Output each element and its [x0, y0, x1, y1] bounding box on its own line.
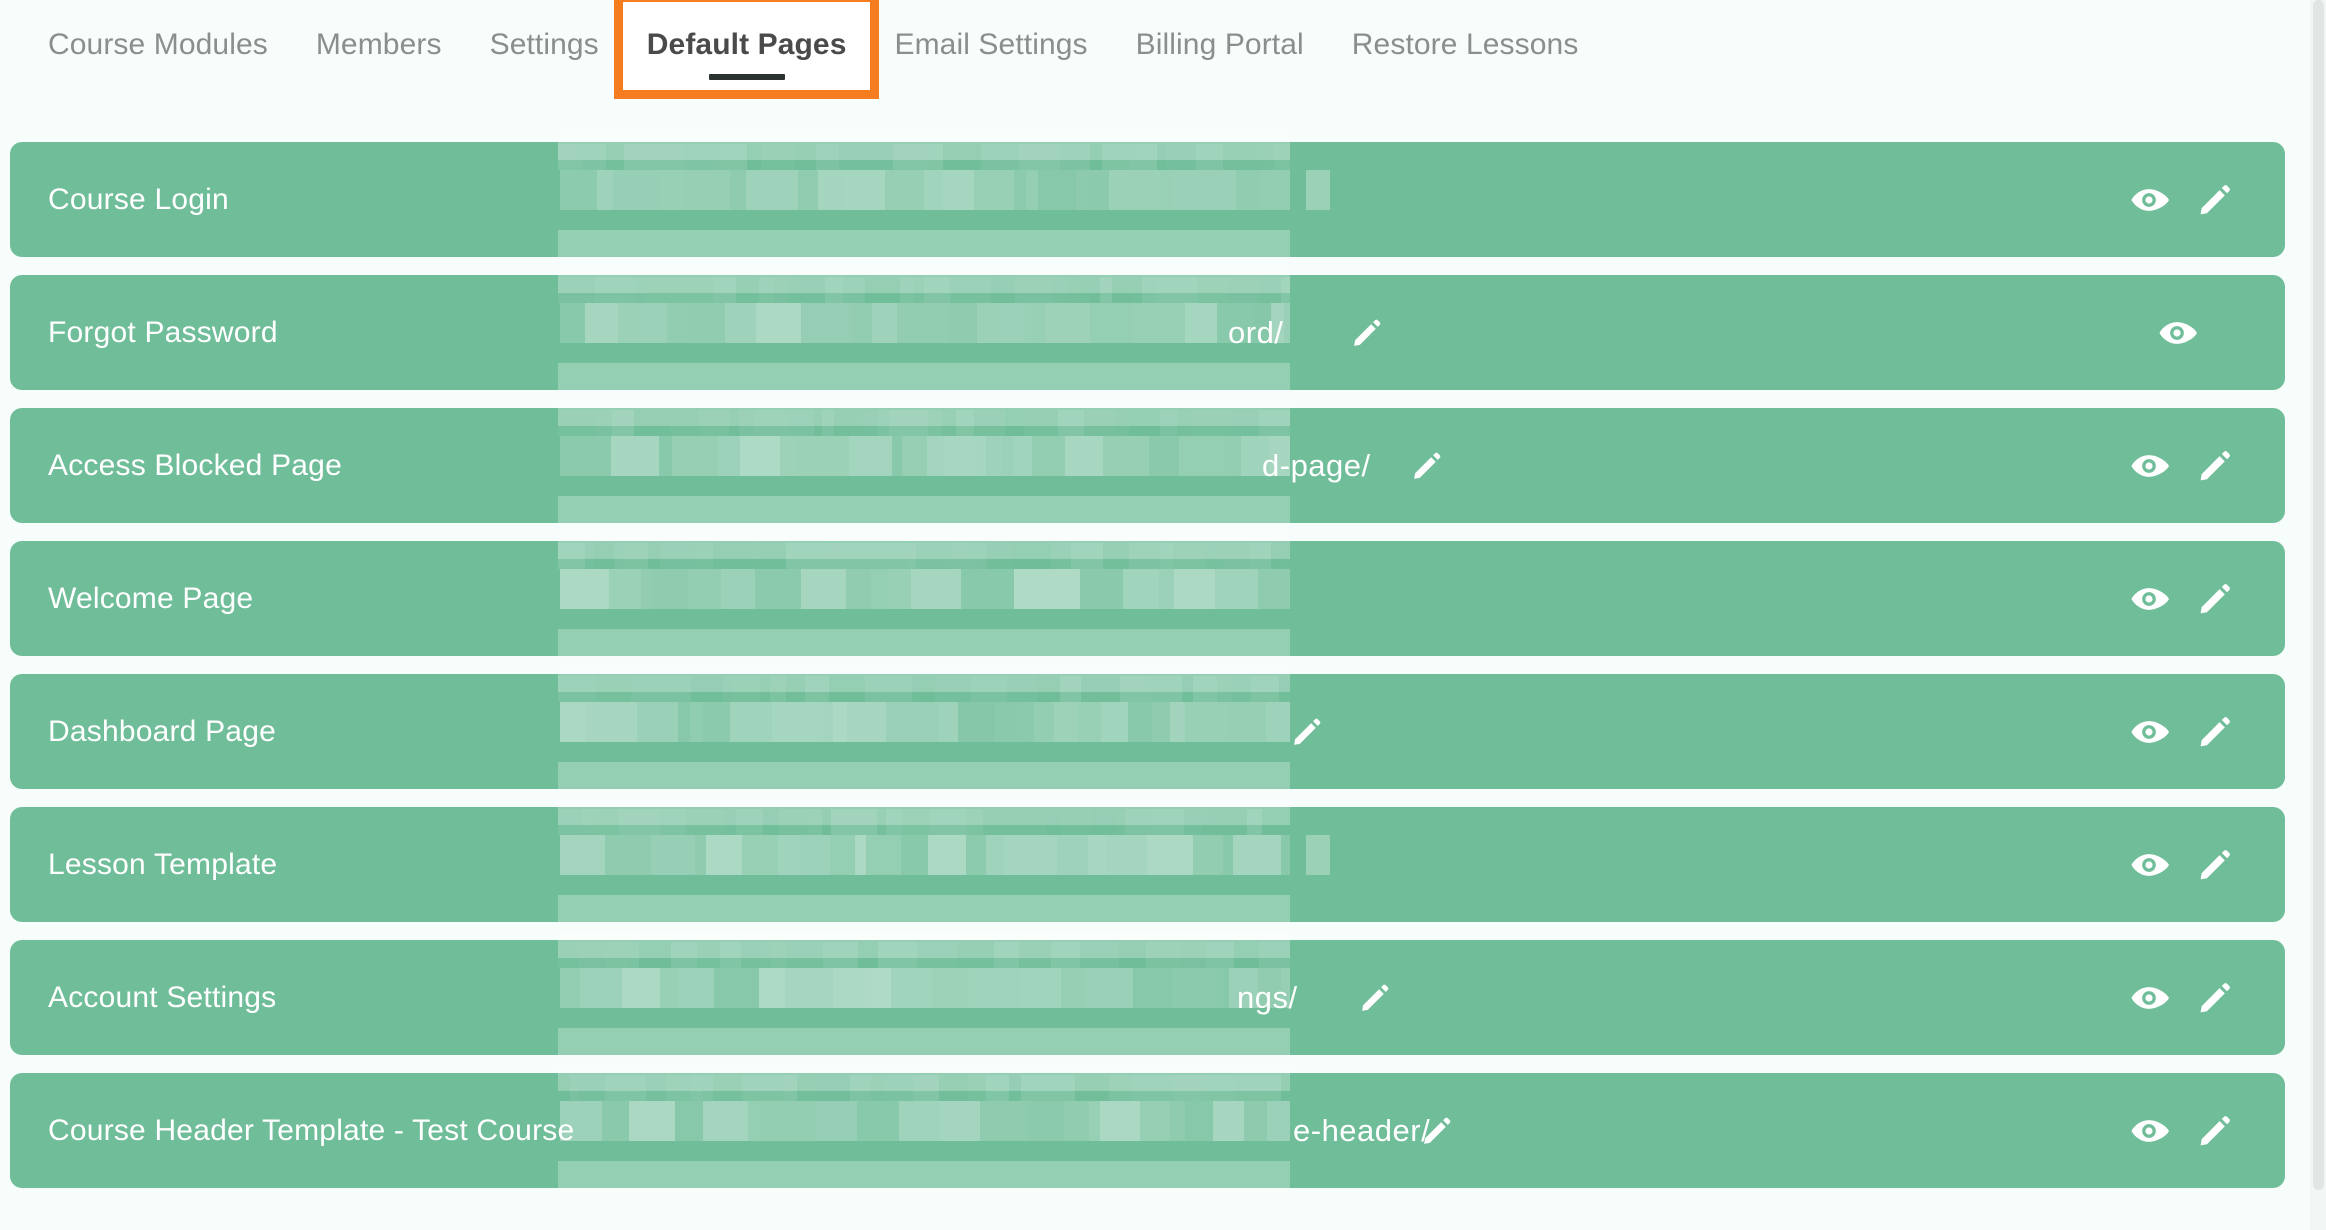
- tab-label: Restore Lessons: [1352, 28, 1579, 61]
- eye-icon[interactable]: [2129, 1111, 2169, 1151]
- tab-label: Settings: [490, 28, 599, 61]
- page-row[interactable]: Dashboard Page: [10, 674, 2285, 789]
- pencil-icon[interactable]: [2195, 180, 2235, 220]
- pencil-icon[interactable]: [1290, 715, 1324, 749]
- page-row-actions: [2129, 712, 2235, 752]
- page-row-title: Forgot Password: [48, 316, 278, 350]
- page-row-title: Access Blocked Page: [48, 449, 342, 483]
- eye-icon[interactable]: [2129, 579, 2169, 619]
- default-pages-list: Course Login Forgot Password ord/Access Bl…: [0, 142, 2326, 1206]
- tab-bar: Course Modules Members Settings Default Pag…: [0, 0, 2326, 92]
- page-row-title: Course Login: [48, 183, 229, 217]
- tab-label: Default Pages: [647, 28, 847, 61]
- page-row[interactable]: Course Header Template - Test Course e-he…: [10, 1073, 2285, 1188]
- page-row-title: Welcome Page: [48, 582, 253, 616]
- pencil-icon[interactable]: [2195, 1111, 2235, 1151]
- tab-billing-portal[interactable]: Billing Portal: [1112, 2, 1328, 90]
- tab-label: Billing Portal: [1136, 28, 1304, 61]
- page-row-url: ngs/: [1237, 980, 1298, 1016]
- page-row-url: e-header/: [1293, 1113, 1430, 1149]
- pencil-icon[interactable]: [2195, 446, 2235, 486]
- page-row[interactable]: Lesson Template: [10, 807, 2285, 922]
- page-row-actions: [2129, 579, 2235, 619]
- page-row-title: Dashboard Page: [48, 715, 276, 749]
- page-row[interactable]: Forgot Password ord/: [10, 275, 2285, 390]
- eye-icon[interactable]: [2129, 180, 2169, 220]
- page-row-title: Account Settings: [48, 981, 276, 1015]
- pencil-icon[interactable]: [1410, 449, 1444, 483]
- pencil-icon[interactable]: [1358, 981, 1392, 1015]
- eye-icon[interactable]: [2129, 446, 2169, 486]
- pencil-icon[interactable]: [2195, 712, 2235, 752]
- tab-label: Email Settings: [894, 28, 1087, 61]
- eye-icon[interactable]: [2157, 313, 2197, 353]
- page-row-title: Course Header Template - Test Course: [48, 1114, 574, 1148]
- eye-icon[interactable]: [2129, 712, 2169, 752]
- tab-members[interactable]: Members: [292, 2, 466, 90]
- pencil-icon[interactable]: [1420, 1114, 1454, 1148]
- page-row-actions: [2129, 978, 2235, 1018]
- tab-email-settings[interactable]: Email Settings: [870, 2, 1111, 90]
- scrollbar-thumb[interactable]: [2313, 0, 2324, 1190]
- page-row[interactable]: Course Login: [10, 142, 2285, 257]
- page-row-url: ord/: [1228, 315, 1283, 351]
- page-row-actions: [2129, 845, 2235, 885]
- page-row-actions: [2129, 1111, 2235, 1151]
- eye-icon[interactable]: [2129, 978, 2169, 1018]
- page-row-url: d-page/: [1262, 448, 1371, 484]
- page-row-actions: [2129, 180, 2235, 220]
- tab-label: Members: [316, 28, 442, 61]
- page-row[interactable]: Welcome Page: [10, 541, 2285, 656]
- tab-restore-lessons[interactable]: Restore Lessons: [1328, 2, 1603, 90]
- tab-course-modules[interactable]: Course Modules: [24, 2, 292, 90]
- page-row[interactable]: Access Blocked Page d-page/: [10, 408, 2285, 523]
- page-row-actions: [2129, 446, 2235, 486]
- page-row-title: Lesson Template: [48, 848, 277, 882]
- eye-icon[interactable]: [2129, 845, 2169, 885]
- tab-label: Course Modules: [48, 28, 268, 61]
- tab-default-pages[interactable]: Default Pages: [623, 2, 871, 90]
- pencil-icon[interactable]: [2195, 978, 2235, 1018]
- pencil-icon[interactable]: [1350, 316, 1384, 350]
- active-tab-underline: [709, 74, 785, 80]
- page-row-actions: [2157, 313, 2197, 353]
- tab-settings[interactable]: Settings: [466, 2, 623, 90]
- pencil-icon[interactable]: [2195, 845, 2235, 885]
- pencil-icon[interactable]: [2195, 579, 2235, 619]
- page-row[interactable]: Account Settings ngs/: [10, 940, 2285, 1055]
- scrollbar-track[interactable]: [2310, 0, 2326, 1230]
